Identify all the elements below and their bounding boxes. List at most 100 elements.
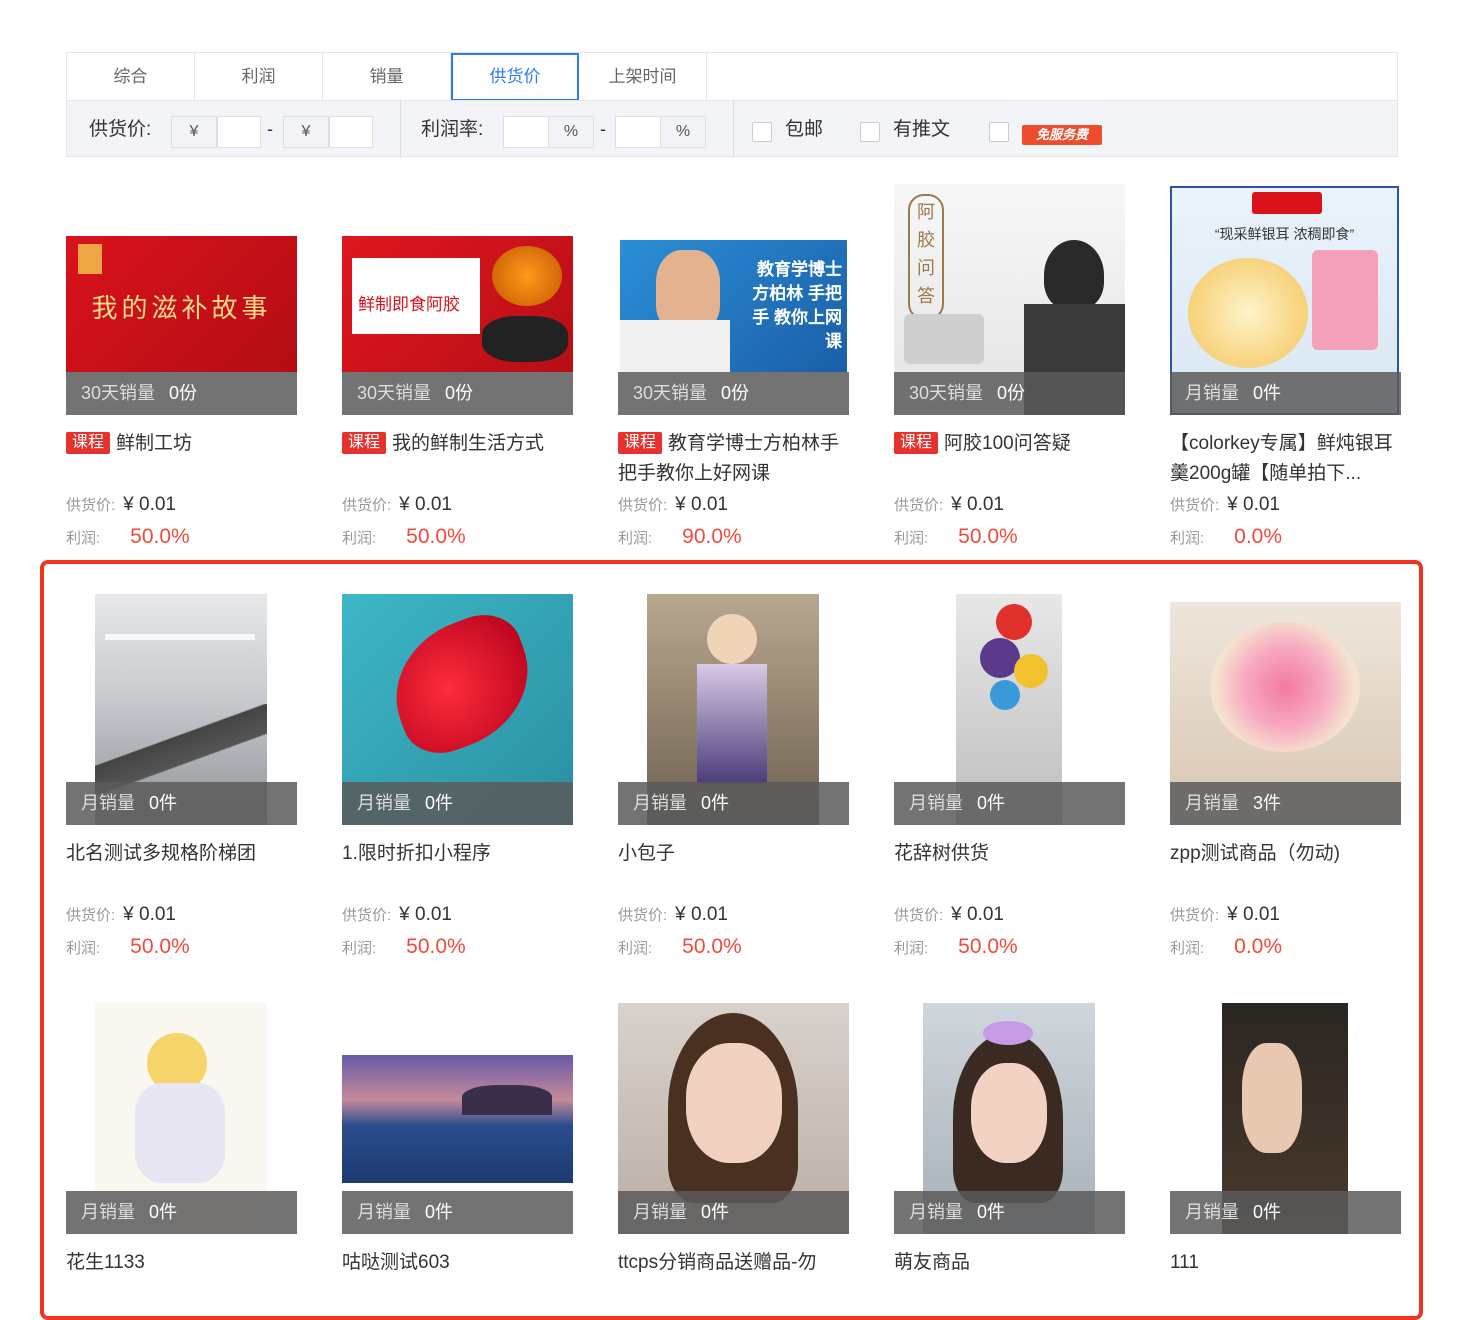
sales-bar: 月销量 0件: [618, 782, 849, 825]
product-image[interactable]: 月销量 0件: [618, 594, 849, 825]
tab-listing-time[interactable]: 上架时间: [579, 53, 707, 101]
sales-bar: 月销量 0件: [894, 1191, 1125, 1234]
price-min-currency: ¥: [171, 116, 217, 148]
sort-tabs: 综合 利润 销量 供货价 上架时间: [66, 52, 1398, 101]
product-image[interactable]: 月销量 0件: [894, 594, 1125, 825]
product-title[interactable]: 咕哒测试603: [342, 1248, 573, 1308]
product-title[interactable]: 花辞树供货: [894, 839, 1125, 899]
product-card[interactable]: 我的滋补故事 30天销量 0份 课程 鲜制工坊 供货价: ¥ 0.01 利润: 50.0…: [66, 184, 297, 553]
supply-price-row: 供货价: ¥ 0.01: [342, 494, 452, 515]
profit-min-input[interactable]: [503, 116, 549, 148]
product-image[interactable]: 月销量 0件: [66, 1003, 297, 1234]
product-image[interactable]: 我的滋补故事 30天销量 0份: [66, 184, 297, 415]
has-article-label[interactable]: 有推文: [893, 101, 950, 158]
product-image[interactable]: “现采鲜银耳 浓稠即食” 月销量 0件: [1170, 184, 1401, 415]
profit-row: 利润: 50.0%: [894, 525, 1018, 548]
tab-sales[interactable]: 销量: [323, 53, 451, 101]
free-shipping-label[interactable]: 包邮: [785, 101, 823, 158]
product-title[interactable]: 课程 教育学博士方柏林手把手教你上好网课: [618, 429, 849, 489]
sales-bar: 月销量 3件: [1170, 782, 1401, 825]
price-filter-label: 供货价:: [89, 119, 152, 140]
product-card[interactable]: 月销量 0件 111: [1170, 1003, 1401, 1308]
supply-price-row: 供货价: ¥ 0.01: [66, 494, 176, 515]
price-min-input[interactable]: [217, 116, 261, 148]
profit-row: 利润: 0.0%: [1170, 935, 1283, 958]
course-tag: 课程: [342, 432, 387, 454]
product-card[interactable]: 月销量 0件 花生1133: [66, 1003, 297, 1308]
free-service-badge[interactable]: 免服务费: [1022, 125, 1102, 145]
product-image[interactable]: 阿 胶 问 答 30天销量 0份: [894, 184, 1125, 415]
product-title[interactable]: 小包子: [618, 839, 849, 899]
product-card[interactable]: 月销量 0件 萌友商品: [894, 1003, 1125, 1308]
price-range-dash: -: [267, 119, 273, 139]
supply-price-row: 供货价: ¥ 0.01: [1170, 904, 1280, 925]
product-card[interactable]: 鲜制即食阿胶 30天销量 0份 课程 我的鲜制生活方式 供货价: ¥ 0.01 利润:…: [342, 184, 573, 553]
product-title[interactable]: ttcps分销商品送赠品-勿: [618, 1248, 849, 1308]
product-card[interactable]: “现采鲜银耳 浓稠即食” 月销量 0件 【colorkey专属】鲜炖银耳羹200g…: [1170, 184, 1401, 553]
price-max-currency: ¥: [283, 116, 329, 148]
course-tag: 课程: [66, 432, 111, 454]
product-title[interactable]: 课程 鲜制工坊: [66, 429, 297, 489]
tab-profit[interactable]: 利润: [195, 53, 323, 101]
profit-row: 利润: 90.0%: [618, 525, 742, 548]
product-card[interactable]: 月销量 0件 咕哒测试603: [342, 1003, 573, 1308]
product-title[interactable]: 111: [1170, 1248, 1401, 1308]
product-image[interactable]: 月销量 0件: [342, 1003, 573, 1234]
supply-price-row: 供货价: ¥ 0.01: [894, 494, 1004, 515]
sales-bar: 月销量 0件: [66, 782, 297, 825]
sales-bar: 月销量 0件: [894, 782, 1125, 825]
product-card[interactable]: 月销量 3件 zpp测试商品（勿动) 供货价: ¥ 0.01 利润: 0.0%: [1170, 594, 1401, 963]
product-image[interactable]: 月销量 0件: [66, 594, 297, 825]
product-title[interactable]: 【colorkey专属】鲜炖银耳羹200g罐【随单拍下...: [1170, 429, 1401, 489]
product-title[interactable]: 课程 我的鲜制生活方式: [342, 429, 573, 489]
product-card[interactable]: 教育学博士 方柏林 手把手 教你上网课 30天销量 0份 课程 教育学博士方柏林手把…: [618, 184, 849, 553]
product-image[interactable]: 月销量 0件: [894, 1003, 1125, 1234]
banner-text: 教育学博士 方柏林 手把手 教你上网课: [752, 260, 842, 351]
product-card[interactable]: 阿 胶 问 答 30天销量 0份 课程 阿胶100问答疑 供货价: ¥ 0.01 利润…: [894, 184, 1125, 553]
course-tag: 课程: [894, 432, 939, 454]
has-article-checkbox[interactable]: [860, 122, 880, 142]
product-title[interactable]: 萌友商品: [894, 1248, 1125, 1308]
product-title[interactable]: 北名测试多规格阶梯团: [66, 839, 297, 899]
product-card[interactable]: 月销量 0件 北名测试多规格阶梯团 供货价: ¥ 0.01 利润: 50.0%: [66, 594, 297, 963]
product-card[interactable]: 月销量 0件 ttcps分销商品送赠品-勿: [618, 1003, 849, 1308]
product-image[interactable]: 月销量 0件: [342, 594, 573, 825]
product-image[interactable]: 鲜制即食阿胶 30天销量 0份: [342, 184, 573, 415]
profit-row: 利润: 50.0%: [66, 935, 190, 958]
price-max-input[interactable]: [329, 116, 373, 148]
course-tag: 课程: [618, 432, 663, 454]
sales-bar: 月销量 0件: [618, 1191, 849, 1234]
product-image[interactable]: 月销量 0件: [618, 1003, 849, 1234]
product-image[interactable]: 月销量 3件: [1170, 594, 1401, 825]
profit-rate-label: 利润率:: [421, 119, 484, 140]
tab-supply-price[interactable]: 供货价: [451, 53, 579, 101]
product-title[interactable]: zpp测试商品（勿动): [1170, 839, 1401, 899]
supply-price-row: 供货价: ¥ 0.01: [66, 904, 176, 925]
sales-bar: 月销量 0件: [1170, 372, 1401, 415]
divider: [400, 101, 401, 158]
banner-text: “现采鲜银耳 浓稠即食”: [1214, 226, 1355, 242]
tab-comprehensive[interactable]: 综合: [67, 53, 195, 101]
profit-range-dash: -: [600, 119, 606, 139]
free-shipping-checkbox[interactable]: [752, 122, 772, 142]
product-image[interactable]: 月销量 0件: [1170, 1003, 1401, 1234]
supply-price-row: 供货价: ¥ 0.01: [1170, 494, 1280, 515]
product-title[interactable]: 1.限时折扣小程序: [342, 839, 573, 899]
profit-row: 利润: 50.0%: [66, 525, 190, 548]
profit-row: 利润: 50.0%: [342, 525, 466, 548]
product-title[interactable]: 课程 阿胶100问答疑: [894, 429, 1125, 489]
sales-bar: 月销量 0件: [342, 782, 573, 825]
product-card[interactable]: 月销量 0件 花辞树供货 供货价: ¥ 0.01 利润: 50.0%: [894, 594, 1125, 963]
product-image[interactable]: 教育学博士 方柏林 手把手 教你上网课 30天销量 0份: [618, 184, 849, 415]
product-card[interactable]: 月销量 0件 小包子 供货价: ¥ 0.01 利润: 50.0%: [618, 594, 849, 963]
free-service-checkbox[interactable]: [989, 122, 1009, 142]
sales-bar: 月销量 0件: [1170, 1191, 1401, 1234]
filter-bar: 供货价: ¥ - ¥ 利润率: % - % 包邮 有推文 免服务费: [66, 100, 1398, 158]
product-card[interactable]: 月销量 0件 1.限时折扣小程序 供货价: ¥ 0.01 利润: 50.0%: [342, 594, 573, 963]
supply-price-row: 供货价: ¥ 0.01: [894, 904, 1004, 925]
product-title[interactable]: 花生1133: [66, 1248, 297, 1308]
profit-min-percent: %: [548, 116, 594, 148]
profit-row: 利润: 50.0%: [342, 935, 466, 958]
banner-text: 鲜制即食阿胶: [358, 295, 460, 314]
profit-max-input[interactable]: [615, 116, 661, 148]
